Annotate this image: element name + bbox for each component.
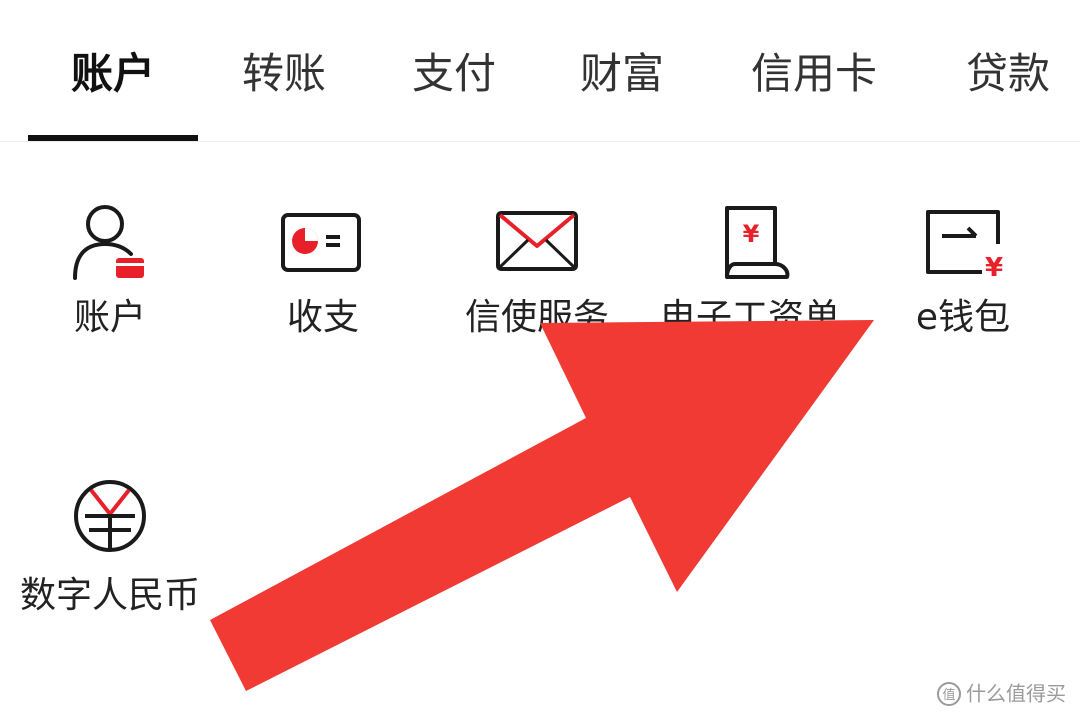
grid-item-e-wallet[interactable]: ¥ e钱包 (868, 200, 1058, 350)
grid-label-digital-rmb: 数字人民币 (19, 575, 200, 616)
tab-account[interactable]: 账户 (28, 44, 198, 104)
tab-loan[interactable]: 贷款 (922, 44, 1080, 104)
tab-transfer[interactable]: 转账 (200, 44, 368, 104)
tab-bar: 账户 转账 支付 财富 信用卡 贷款 (0, 0, 1080, 142)
grid-item-messenger-service[interactable]: 信使服务 (442, 200, 632, 350)
watermark-text: 什么值得买 (966, 681, 1066, 706)
grid-label-e-wallet: e钱包 (915, 297, 1011, 338)
grid-item-e-payslip[interactable]: ¥ 电子工资单 (655, 200, 845, 350)
envelope-icon (492, 200, 582, 280)
grid-label-income-expense: 收支 (286, 297, 359, 338)
tab-payment[interactable]: 支付 (370, 44, 538, 104)
svg-text:¥: ¥ (985, 253, 1003, 280)
e-wallet-icon: ¥ (918, 200, 1008, 280)
svg-text:值: 值 (942, 687, 955, 703)
active-tab-indicator (28, 135, 198, 141)
digital-rmb-icon (65, 478, 155, 558)
account-icon (65, 200, 155, 280)
payslip-icon: ¥ (705, 200, 795, 280)
svg-text:¥: ¥ (743, 220, 760, 248)
tab-wealth[interactable]: 财富 (538, 44, 706, 104)
watermark-logo-icon: 值 (936, 681, 962, 707)
grid-label-account: 账户 (73, 297, 146, 338)
tab-credit-card[interactable]: 信用卡 (716, 44, 912, 104)
grid-label-messenger-service: 信使服务 (464, 297, 609, 338)
grid-label-e-payslip: 电子工资单 (659, 297, 840, 338)
income-expense-icon (278, 200, 368, 280)
watermark: 值 什么值得买 (936, 677, 1066, 707)
grid-item-account[interactable]: 账户 (15, 200, 205, 350)
grid-item-income-expense[interactable]: 收支 (228, 200, 418, 350)
grid-item-digital-rmb[interactable]: 数字人民币 (15, 478, 205, 628)
